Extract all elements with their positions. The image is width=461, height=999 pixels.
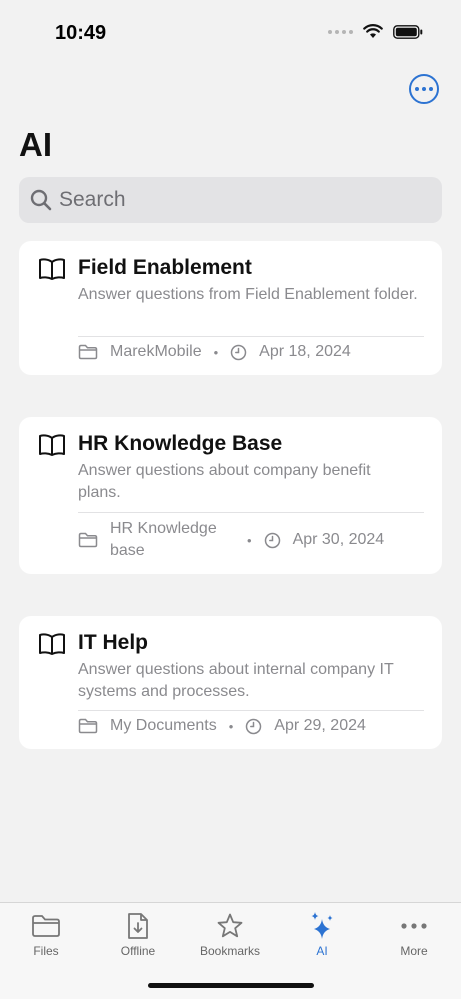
ai-assistant-card[interactable]: HR Knowledge Base Answer questions about… — [19, 417, 442, 574]
tab-label: AI — [316, 944, 328, 958]
page-title: AI — [19, 126, 52, 163]
folder-icon — [78, 532, 98, 548]
search-icon — [30, 189, 52, 211]
card-meta: MarekMobile • Apr 18, 2024 — [78, 341, 424, 363]
folder-icon — [32, 915, 60, 937]
wifi-icon — [363, 24, 383, 39]
folder-icon — [78, 344, 98, 360]
card-title: Field Enablement — [78, 256, 252, 279]
card-folder-name: MarekMobile — [110, 343, 202, 360]
card-divider — [78, 710, 424, 711]
home-indicator — [148, 983, 314, 988]
meta-separator: • — [247, 532, 252, 548]
meta-separator: • — [213, 344, 219, 360]
download-document-icon — [128, 913, 148, 939]
card-meta: HR Knowledge base • Apr 30, 2024 — [78, 517, 424, 563]
ai-assistant-card[interactable]: IT Help Answer questions about internal … — [19, 616, 442, 749]
tab-ai[interactable]: AI — [282, 911, 362, 958]
card-description: Answer questions about company benefit p… — [78, 462, 371, 501]
star-icon — [217, 913, 243, 938]
status-time: 10:49 — [55, 22, 107, 44]
tab-more[interactable]: More — [374, 911, 454, 958]
tab-label: Offline — [120, 944, 156, 958]
card-date: Apr 18, 2024 — [259, 343, 351, 360]
search-bar[interactable] — [19, 177, 442, 223]
book-icon — [39, 258, 65, 280]
tab-label: More — [400, 944, 428, 958]
tab-bookmarks[interactable]: Bookmarks — [190, 911, 270, 958]
tab-label: Bookmarks — [199, 944, 261, 958]
signal-icon — [328, 29, 353, 34]
ellipsis-icon — [401, 923, 427, 929]
ellipsis-circle-icon — [415, 87, 419, 91]
book-icon — [39, 633, 65, 655]
card-title: IT Help — [78, 631, 149, 654]
tab-offline[interactable]: Offline — [98, 911, 178, 958]
book-icon — [39, 434, 65, 456]
card-folder-name: HR Knowledge base — [110, 520, 217, 559]
status-icons — [328, 24, 423, 39]
card-divider — [78, 336, 424, 337]
card-description: Answer questions from Field Enablement f… — [78, 286, 418, 303]
tab-label: Files — [33, 944, 59, 958]
status-bar: 10:49 — [0, 0, 461, 60]
battery-icon — [393, 24, 423, 39]
folder-icon — [78, 718, 98, 734]
card-date: Apr 30, 2024 — [292, 531, 385, 548]
clock-icon — [246, 718, 262, 734]
sparkles-icon — [311, 912, 333, 939]
more-options-button[interactable] — [409, 74, 439, 104]
card-title: HR Knowledge Base — [78, 432, 283, 455]
search-input[interactable] — [59, 188, 419, 212]
tab-files[interactable]: Files — [6, 911, 86, 958]
card-folder-name: My Documents — [110, 717, 217, 734]
ai-assistant-card[interactable]: Field Enablement Answer questions from F… — [19, 241, 442, 375]
meta-separator: • — [228, 718, 234, 734]
card-divider — [78, 512, 424, 513]
card-meta: My Documents • Apr 29, 2024 — [78, 715, 424, 737]
clock-icon — [230, 344, 247, 360]
card-description: Answer questions about internal company … — [78, 661, 394, 700]
clock-icon — [264, 532, 280, 548]
card-date: Apr 29, 2024 — [274, 717, 366, 734]
